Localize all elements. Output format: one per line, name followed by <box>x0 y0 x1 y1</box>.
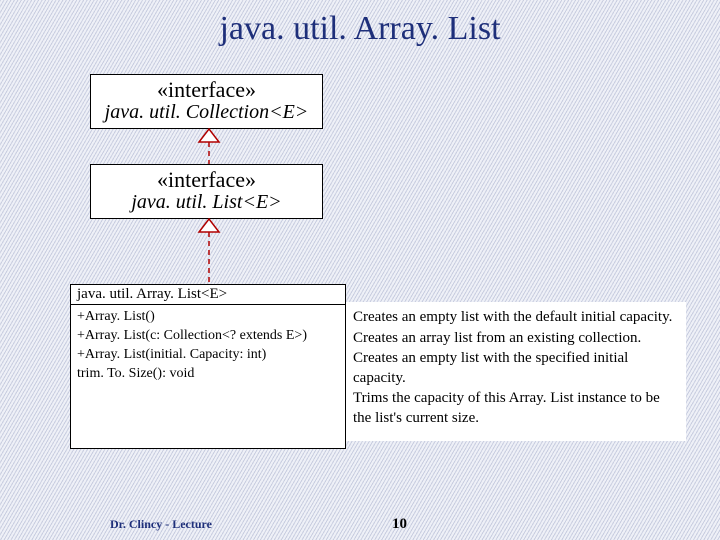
stereotype-label: «interface» <box>91 167 322 193</box>
op-description: Trims the capacity of this Array. List i… <box>353 389 679 428</box>
stereotype-label: «interface» <box>91 77 322 103</box>
footer-author: Dr. Clincy - Lecture <box>110 517 212 532</box>
class-operations: +Array. List() +Array. List(c: Collectio… <box>71 305 345 448</box>
interface-name: java. util. Collection<E> <box>91 101 322 124</box>
operation: trim. To. Size(): void <box>77 365 339 384</box>
operations-description-panel: Creates an empty list with the default i… <box>346 302 686 441</box>
op-description: Creates an array list from an existing c… <box>353 329 679 349</box>
class-name: java. util. Array. List<E> <box>71 285 345 305</box>
uml-interface-collection-box: «interface» java. util. Collection<E> <box>90 74 323 129</box>
operation: +Array. List(c: Collection<? extends E>) <box>77 327 339 346</box>
op-description: Creates an empty list with the specified… <box>353 349 679 388</box>
op-description: Creates an empty list with the default i… <box>353 308 679 328</box>
interface-name: java. util. List<E> <box>91 191 322 214</box>
page-title: java. util. Array. List <box>0 10 720 48</box>
uml-interface-list-box: «interface» java. util. List<E> <box>90 164 323 219</box>
generalization-arrow-icon <box>197 128 221 164</box>
operation: +Array. List() <box>77 308 339 327</box>
operation: +Array. List(initial. Capacity: int) <box>77 346 339 365</box>
page-number: 10 <box>392 516 407 533</box>
uml-class-arraylist-box: java. util. Array. List<E> +Array. List(… <box>70 284 346 449</box>
generalization-arrow-icon <box>197 218 221 284</box>
slide-footer: Dr. Clincy - Lecture 10 <box>0 517 720 532</box>
